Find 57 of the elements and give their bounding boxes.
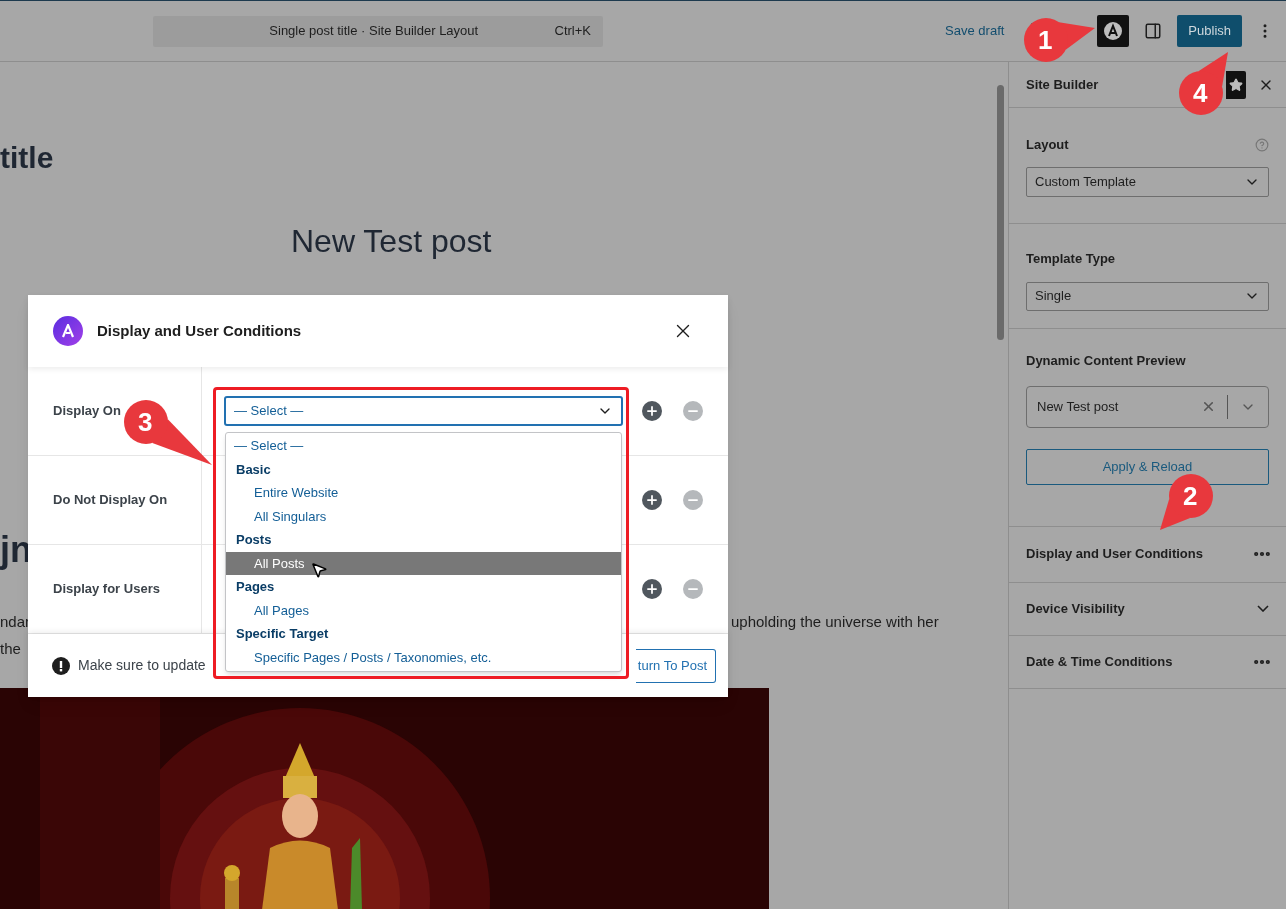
notice-text: Make sure to update	[78, 656, 206, 675]
condition-label: Display On	[53, 402, 121, 421]
add-button[interactable]	[642, 490, 662, 510]
condition-label: Display for Users	[53, 580, 160, 599]
star-icon	[1229, 77, 1243, 92]
logo-button[interactable]	[1097, 15, 1130, 47]
post-title: New Test post	[291, 222, 493, 261]
sidebar-title: Site Builder	[1026, 75, 1099, 94]
dropdown-option[interactable]: All Pages	[226, 598, 621, 622]
panel-header[interactable]: Display and User Conditions	[1009, 526, 1286, 583]
dropdown-option[interactable]: All Posts	[226, 551, 621, 575]
callout-number: 4	[1193, 80, 1208, 106]
cursor-icon	[310, 561, 328, 579]
publish-button[interactable]: Publish	[1177, 15, 1242, 47]
combobox-field[interactable]: New Test post	[1026, 385, 1269, 428]
shortcut-hint: Ctrl+K	[554, 22, 591, 41]
clear-icon[interactable]	[1201, 399, 1216, 414]
sidebar-toggle-icon[interactable]	[1144, 22, 1163, 40]
heading-text: title	[0, 140, 55, 176]
field-label: Dynamic Content Preview	[1026, 352, 1186, 368]
callout-number: 3	[138, 409, 153, 435]
select-field[interactable]: — Select —	[224, 396, 623, 426]
scrollbar[interactable]	[997, 85, 1004, 340]
plus-icon	[645, 582, 659, 596]
modal-title: Display and User Conditions	[97, 320, 302, 341]
option-group-label: Basic	[235, 460, 272, 479]
panel-header[interactable]: Device Visibility	[1009, 582, 1286, 636]
callout-number: 2	[1183, 483, 1198, 509]
dropdown-option[interactable]: All Singulars	[226, 504, 621, 528]
panel-header[interactable]: Date & Time Conditions	[1009, 635, 1286, 689]
star-button[interactable]	[1226, 70, 1246, 99]
return-button[interactable]: turn To Post	[635, 648, 716, 683]
paragraph-text: upholding the universe with her	[731, 612, 939, 632]
plus-icon	[645, 404, 659, 418]
option-group-label: Pages	[235, 578, 276, 596]
paragraph-text: ndar	[0, 612, 31, 632]
field-label: Template Type	[1026, 250, 1116, 266]
callout-number: 1	[1038, 27, 1053, 53]
select-field[interactable]: Custom Template	[1026, 166, 1269, 197]
dropdown-option[interactable]: — Select —	[226, 434, 621, 458]
add-button[interactable]	[642, 579, 662, 599]
dropdown-option[interactable]: Entire Website	[226, 481, 621, 505]
chevron-down-icon	[1257, 605, 1269, 612]
plus-icon	[645, 493, 659, 507]
add-button[interactable]	[642, 401, 662, 421]
command-bar[interactable]: Single post title · Site Builder Layout Ctrl+K	[153, 15, 603, 47]
save-draft-link[interactable]: Save draft	[945, 21, 1005, 41]
paragraph-text: the	[0, 639, 21, 659]
condition-label: Do Not Display On	[53, 491, 168, 510]
logo-icon	[53, 316, 83, 346]
warning-icon	[52, 656, 70, 675]
logo-icon	[1103, 21, 1124, 41]
option-group-label: Specific Target	[235, 625, 330, 643]
select-field[interactable]: Single	[1026, 281, 1269, 311]
field-label: Layout	[1026, 136, 1069, 154]
option-group-label: Posts	[235, 531, 273, 549]
dropdown-option[interactable]: Specific Pages / Posts / Taxonomies, etc.	[226, 645, 621, 669]
